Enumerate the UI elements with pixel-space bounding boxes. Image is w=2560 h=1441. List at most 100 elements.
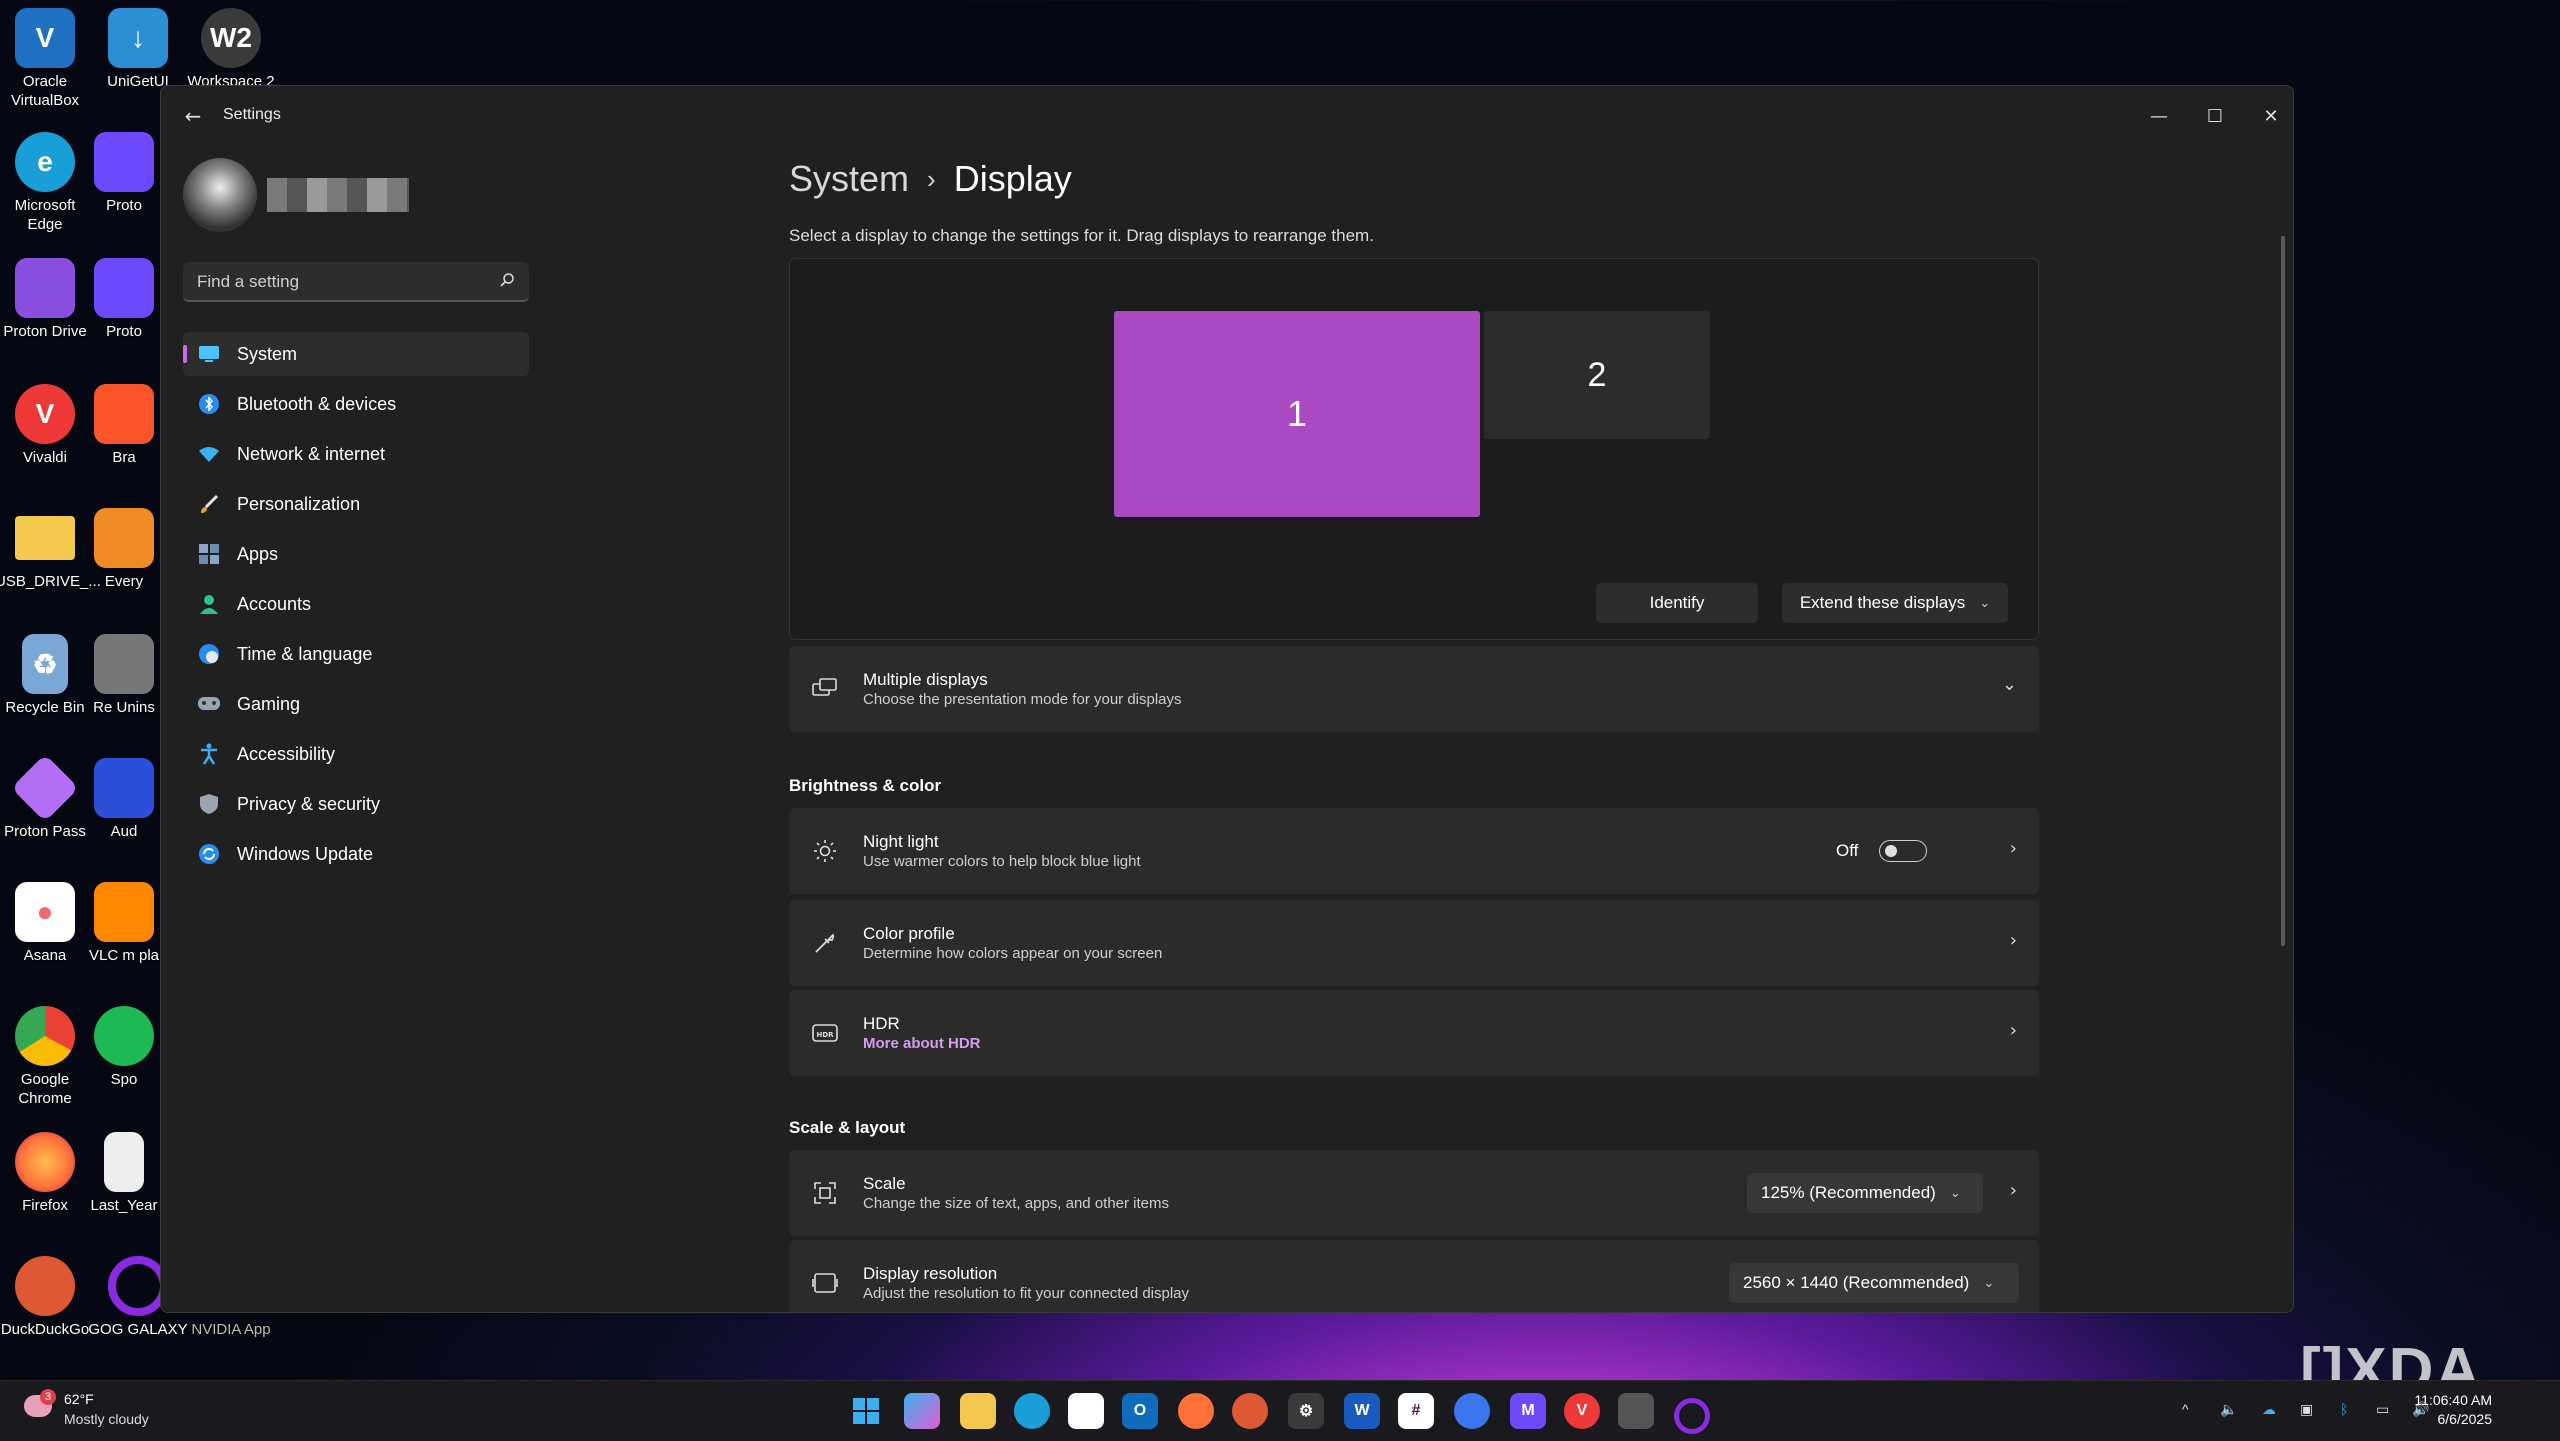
- title-bar: ← Settings — ☐ ✕: [161, 86, 2293, 146]
- start-icon[interactable]: [848, 1393, 884, 1429]
- desktop-icon-vivaldi[interactable]: V Vivaldi: [0, 384, 95, 467]
- vivaldi-icon[interactable]: V: [1564, 1393, 1600, 1429]
- store-icon[interactable]: [1068, 1393, 1104, 1429]
- sidebar-item-personalization[interactable]: Personalization: [183, 482, 529, 526]
- firefox-icon[interactable]: [1178, 1393, 1214, 1429]
- sidebar-item-windows-update[interactable]: Windows Update: [183, 832, 529, 876]
- brave-icon: [94, 384, 154, 444]
- desktop-icon-partial[interactable]: Proto: [88, 258, 160, 341]
- desktop-icon-edge[interactable]: e Microsoft Edge: [0, 132, 95, 234]
- slack-icon[interactable]: #: [1398, 1393, 1434, 1429]
- sidebar-item-accessibility[interactable]: Accessibility: [183, 732, 529, 776]
- maximize-button[interactable]: ☐: [2193, 98, 2237, 134]
- sidebar-item-accounts[interactable]: Accounts: [183, 582, 529, 626]
- desktop-icon-partial[interactable]: Every: [88, 508, 160, 591]
- word-icon[interactable]: W: [1344, 1393, 1380, 1429]
- onedrive-icon[interactable]: ☁: [2262, 1401, 2276, 1418]
- search-box[interactable]: [183, 262, 529, 302]
- desktop-icon-label: Proto: [106, 197, 142, 214]
- scale-icon: [811, 1179, 839, 1207]
- sidebar-item-label: Gaming: [237, 693, 301, 714]
- desktop-icon-label: Oracle VirtualBox: [10, 73, 80, 109]
- scale-dropdown[interactable]: 125% (Recommended) ⌄: [1747, 1173, 1983, 1213]
- identify-button[interactable]: Identify: [1596, 583, 1758, 623]
- night-light-toggle[interactable]: [1879, 840, 1927, 862]
- desktop-icon-workspace[interactable]: W2 Workspace 2: [181, 8, 281, 91]
- sidebar-item-label: Personalization: [237, 493, 361, 514]
- desktop-icon-label: USB_DRIVE_...: [0, 573, 101, 590]
- gog-galaxy-icon[interactable]: [1674, 1398, 1710, 1434]
- night-light-card[interactable]: Night light Use warmer colors to help bl…: [789, 808, 2039, 894]
- desktop-icon-partial[interactable]: Bra: [88, 384, 160, 467]
- desktop-icon-proton-drive[interactable]: Proton Drive: [0, 258, 95, 341]
- chevron-right-icon[interactable]: ›: [2010, 930, 2017, 951]
- desktop-icon-partial[interactable]: Proto: [88, 132, 160, 215]
- resolution-dropdown[interactable]: 2560 × 1440 (Recommended) ⌄: [1729, 1263, 2019, 1303]
- accessibility-icon: [197, 742, 221, 766]
- desktop-icon-chrome[interactable]: Google Chrome: [0, 1006, 95, 1108]
- desktop-icon-partial[interactable]: Last_Year: [88, 1132, 160, 1215]
- color-profile-card[interactable]: Color profile Determine how colors appea…: [789, 900, 2039, 986]
- desktop-icon-asana[interactable]: ● Asana: [0, 882, 95, 965]
- desktop-icon-label: VLC m pla: [88, 947, 160, 964]
- duckduckgo-icon[interactable]: [1232, 1393, 1268, 1429]
- back-arrow-icon[interactable]: ←: [181, 104, 205, 128]
- desktop-icon-proton-pass[interactable]: Proton Pass: [0, 754, 95, 841]
- desktop-icon-unigetui[interactable]: ↓ UniGetUI: [88, 8, 188, 91]
- sidebar-item-network[interactable]: Network & internet: [183, 432, 529, 476]
- sidebar-item-label: Accounts: [237, 593, 312, 614]
- chevron-right-icon[interactable]: ›: [2010, 1180, 2017, 1201]
- search-input[interactable]: [195, 262, 499, 302]
- bluetooth-icon[interactable]: ᛒ: [2340, 1401, 2348, 1417]
- desktop-icon-usb-drive[interactable]: USB_DRIVE_...: [0, 508, 101, 591]
- network-icon[interactable]: ▭: [2376, 1401, 2389, 1418]
- hdr-card[interactable]: HDR HDR More about HDR ›: [789, 990, 2039, 1076]
- app-tray-icon[interactable]: ▣: [2300, 1401, 2313, 1418]
- scale-card[interactable]: Scale Change the size of text, apps, and…: [789, 1150, 2039, 1236]
- outlook-icon[interactable]: O: [1122, 1393, 1158, 1429]
- file-explorer-icon[interactable]: [960, 1393, 996, 1429]
- chevron-right-icon[interactable]: ›: [2010, 1020, 2017, 1041]
- sidebar-item-time-language[interactable]: Time & language: [183, 632, 529, 676]
- monitor-2[interactable]: 2: [1484, 311, 1710, 439]
- extend-displays-dropdown[interactable]: Extend these displays ⌄: [1782, 583, 2008, 623]
- signal-icon[interactable]: [1454, 1393, 1490, 1429]
- desktop-icon-recycle-bin[interactable]: ♻ Recycle Bin: [0, 634, 95, 717]
- sidebar-item-gaming[interactable]: Gaming: [183, 682, 529, 726]
- desktop-icon-label: Firefox: [22, 1197, 68, 1214]
- edge-icon[interactable]: [1014, 1393, 1050, 1429]
- chevron-right-icon[interactable]: ›: [2010, 838, 2017, 859]
- monitor-1[interactable]: 1: [1114, 311, 1480, 517]
- scrollbar[interactable]: [2281, 236, 2285, 946]
- card-title: Display resolution: [863, 1264, 998, 1283]
- desktop-icon-partial[interactable]: Re Unins: [88, 634, 160, 717]
- desktop-icon-label: Google Chrome: [18, 1071, 72, 1107]
- display-resolution-card[interactable]: Display resolution Adjust the resolution…: [789, 1240, 2039, 1312]
- desktop-icon-duckduckgo[interactable]: DuckDuckGo: [0, 1256, 95, 1339]
- sidebar-item-system[interactable]: System: [183, 332, 529, 376]
- sidebar-item-bluetooth[interactable]: Bluetooth & devices: [183, 382, 529, 426]
- more-about-hdr-link[interactable]: More about HDR: [863, 1035, 981, 1052]
- copilot-icon[interactable]: [904, 1393, 940, 1429]
- calculator-icon[interactable]: [1618, 1393, 1654, 1429]
- chevron-down-icon[interactable]: ⌄: [2002, 674, 2017, 695]
- proton-mail-icon[interactable]: M: [1510, 1393, 1546, 1429]
- desktop-icon-partial[interactable]: Aud: [88, 758, 160, 841]
- sidebar-item-privacy[interactable]: Privacy & security: [183, 782, 529, 826]
- sun-icon: [811, 837, 839, 865]
- multiple-displays-card[interactable]: Multiple displays Choose the presentatio…: [789, 646, 2039, 732]
- folder-icon: [15, 516, 75, 560]
- desktop-icon-partial[interactable]: Spo: [88, 1006, 160, 1089]
- desktop-icon-partial[interactable]: VLC m pla: [88, 882, 160, 965]
- avatar[interactable]: [183, 158, 257, 232]
- desktop-icon-virtualbox[interactable]: V Oracle VirtualBox: [0, 8, 95, 110]
- settings-gear-icon[interactable]: ⚙: [1288, 1393, 1324, 1429]
- desktop-icon-firefox[interactable]: Firefox: [0, 1132, 95, 1215]
- chevron-up-icon[interactable]: ^: [2182, 1401, 2189, 1417]
- minimize-button[interactable]: —: [2137, 98, 2181, 134]
- sidebar-item-apps[interactable]: Apps: [183, 532, 529, 576]
- volume-icon[interactable]: 🔈: [2220, 1401, 2237, 1418]
- system-clock[interactable]: 11:06:40 AM 6/6/2025: [2414, 1391, 2492, 1429]
- breadcrumb-parent[interactable]: System: [789, 158, 909, 200]
- close-button[interactable]: ✕: [2249, 98, 2293, 134]
